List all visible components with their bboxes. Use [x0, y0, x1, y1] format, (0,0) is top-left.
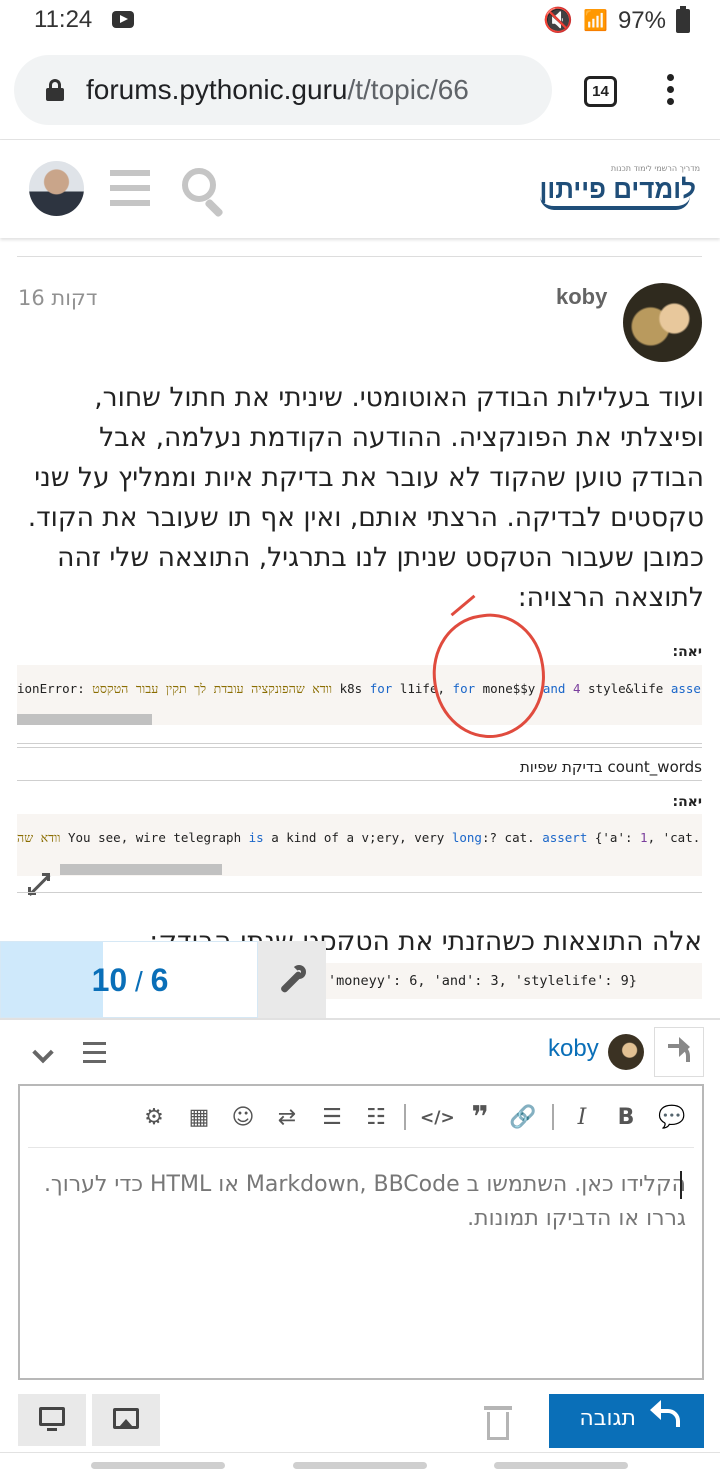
post-paragraph: ועוד בעלילות הבודק האוטומטי. שיניתי את ח… — [27, 382, 704, 613]
wrench-icon — [276, 965, 306, 995]
progress-total: 10 — [91, 962, 128, 998]
image-icon — [113, 1408, 139, 1429]
progress-current: 6 — [150, 962, 169, 998]
code-scrollbar-2[interactable] — [60, 864, 222, 875]
speech-bubble-icon[interactable]: 💬 — [658, 1104, 686, 1132]
monitor-icon — [39, 1407, 65, 1431]
rtl-toggle-icon[interactable]: ⇄ — [272, 1104, 302, 1132]
admin-wrench-button[interactable] — [258, 941, 326, 1018]
nav-gesture-pill — [293, 1462, 427, 1469]
divider — [17, 892, 702, 893]
editor-placeholder: הקלידו כאן. השתמשו ב Markdown, BBCode או… — [43, 1172, 686, 1231]
nav-gesture-pill — [494, 1462, 628, 1469]
post-author[interactable]: koby — [556, 284, 607, 310]
battery-icon — [676, 5, 690, 33]
reply-button[interactable]: תגובה — [549, 1394, 704, 1448]
author-avatar[interactable] — [623, 283, 702, 362]
nav-gesture-pill — [91, 1462, 225, 1469]
mute-icon: 🔇 — [543, 7, 574, 34]
italic-icon[interactable]: I — [570, 1104, 594, 1132]
status-bar: 11:24 🔇 📶 97% — [0, 0, 720, 42]
code-line-2: וודא שה You see, wire telegraph is a kin… — [17, 830, 702, 845]
calendar-icon[interactable]: ▦ — [185, 1104, 213, 1132]
reply-to-avatar[interactable] — [608, 1034, 644, 1070]
trash-icon[interactable] — [484, 1406, 512, 1440]
toolbar-separator — [28, 1147, 694, 1148]
bottom-divider — [0, 1452, 720, 1453]
composer-options-icon[interactable] — [83, 1042, 106, 1064]
text-caret — [680, 1171, 682, 1199]
site-logo[interactable]: מדריך הרשמי לימוד תכנות לומדים פייתון — [538, 162, 700, 218]
divider — [17, 743, 702, 744]
code-label: יאה: — [672, 794, 702, 810]
emoji-icon[interactable]: ☺ — [228, 1104, 258, 1132]
code-icon[interactable]: </> — [420, 1104, 455, 1132]
tab-switcher-button[interactable]: 14 — [584, 76, 617, 107]
status-right: 🔇 📶 97% — [543, 5, 690, 35]
chevron-down-icon[interactable] — [32, 1047, 54, 1067]
search-icon[interactable] — [182, 168, 228, 218]
progress-bar[interactable]: 10 / 6 — [0, 941, 258, 1018]
status-time: 11:24 — [34, 6, 93, 33]
logo-swoosh — [540, 196, 690, 210]
code-label: יאה: — [672, 644, 702, 660]
section-title: count_words בדיקת שפיות — [519, 758, 702, 776]
toolbar-divider — [552, 1104, 554, 1130]
link-icon[interactable]: 🔗 — [508, 1104, 538, 1132]
divider — [17, 780, 702, 781]
bold-icon[interactable]: B — [614, 1104, 638, 1132]
editor-toolbar: ⚙ ▦ ☺ ⇄ ☰ ☷ </> ❞ 🔗 I B 💬 — [20, 1086, 702, 1148]
code-line-1: ionError: וודא שהפונקציה עובדת לך תקין ע… — [17, 681, 702, 696]
post-divider — [17, 256, 702, 257]
url-host: forums.pythonic.guru — [86, 74, 348, 105]
address-bar[interactable]: forums.pythonic.guru/t/topic/66 — [14, 55, 552, 125]
reply-button-label: תגובה — [579, 1406, 636, 1431]
site-header: מדריך הרשמי לימוד תכנות לומדים פייתון — [0, 140, 720, 238]
reply-arrow-icon — [650, 1400, 680, 1427]
logo-tagline: מדריך הרשמי לימוד תכנות — [610, 164, 700, 173]
lock-icon[interactable] — [46, 79, 64, 101]
reply-editor[interactable]: ⚙ ▦ ☺ ⇄ ☰ ☷ </> ❞ 🔗 I B 💬 הקלידו כאן. הש… — [18, 1084, 704, 1380]
code-block-3[interactable]: 'moneyy': 6, 'and': 3, 'stylelife': 9} — [326, 963, 702, 999]
post-time[interactable]: 16 דקות — [18, 286, 97, 310]
url-text[interactable]: forums.pythonic.guru/t/topic/66 — [86, 74, 538, 106]
user-avatar[interactable] — [29, 161, 84, 216]
upload-image-button[interactable] — [92, 1394, 160, 1446]
wifi-icon: 📶 — [583, 10, 608, 32]
code-scrollbar-1[interactable] — [17, 714, 152, 725]
progress-text: 10 / 6 — [91, 962, 169, 998]
browser-toolbar: forums.pythonic.guru/t/topic/66 14 — [0, 42, 720, 140]
quote-icon[interactable]: ❞ — [466, 1103, 494, 1133]
battery-percent: 97% — [617, 6, 666, 34]
divider — [17, 747, 702, 748]
gear-icon[interactable]: ⚙ — [140, 1104, 168, 1132]
youtube-notification-icon — [112, 11, 134, 28]
hamburger-menu-icon[interactable] — [110, 170, 150, 206]
topic-progress[interactable]: 10 / 6 — [0, 941, 326, 1018]
ordered-list-icon[interactable]: ☰ — [318, 1104, 346, 1132]
toggle-preview-button[interactable] — [18, 1394, 86, 1446]
bullet-list-icon[interactable]: ☷ — [362, 1104, 390, 1132]
reply-to-user[interactable]: koby — [548, 1035, 599, 1063]
browser-menu-icon[interactable] — [662, 74, 678, 110]
toolbar-divider — [404, 1104, 406, 1130]
reply-composer: koby ⚙ ▦ ☺ ⇄ ☰ ☷ </> ❞ 🔗 I B 💬 הקלידו כא… — [0, 1018, 720, 1480]
url-path: /t/topic/66 — [347, 74, 469, 105]
share-reply-button[interactable] — [654, 1027, 704, 1077]
